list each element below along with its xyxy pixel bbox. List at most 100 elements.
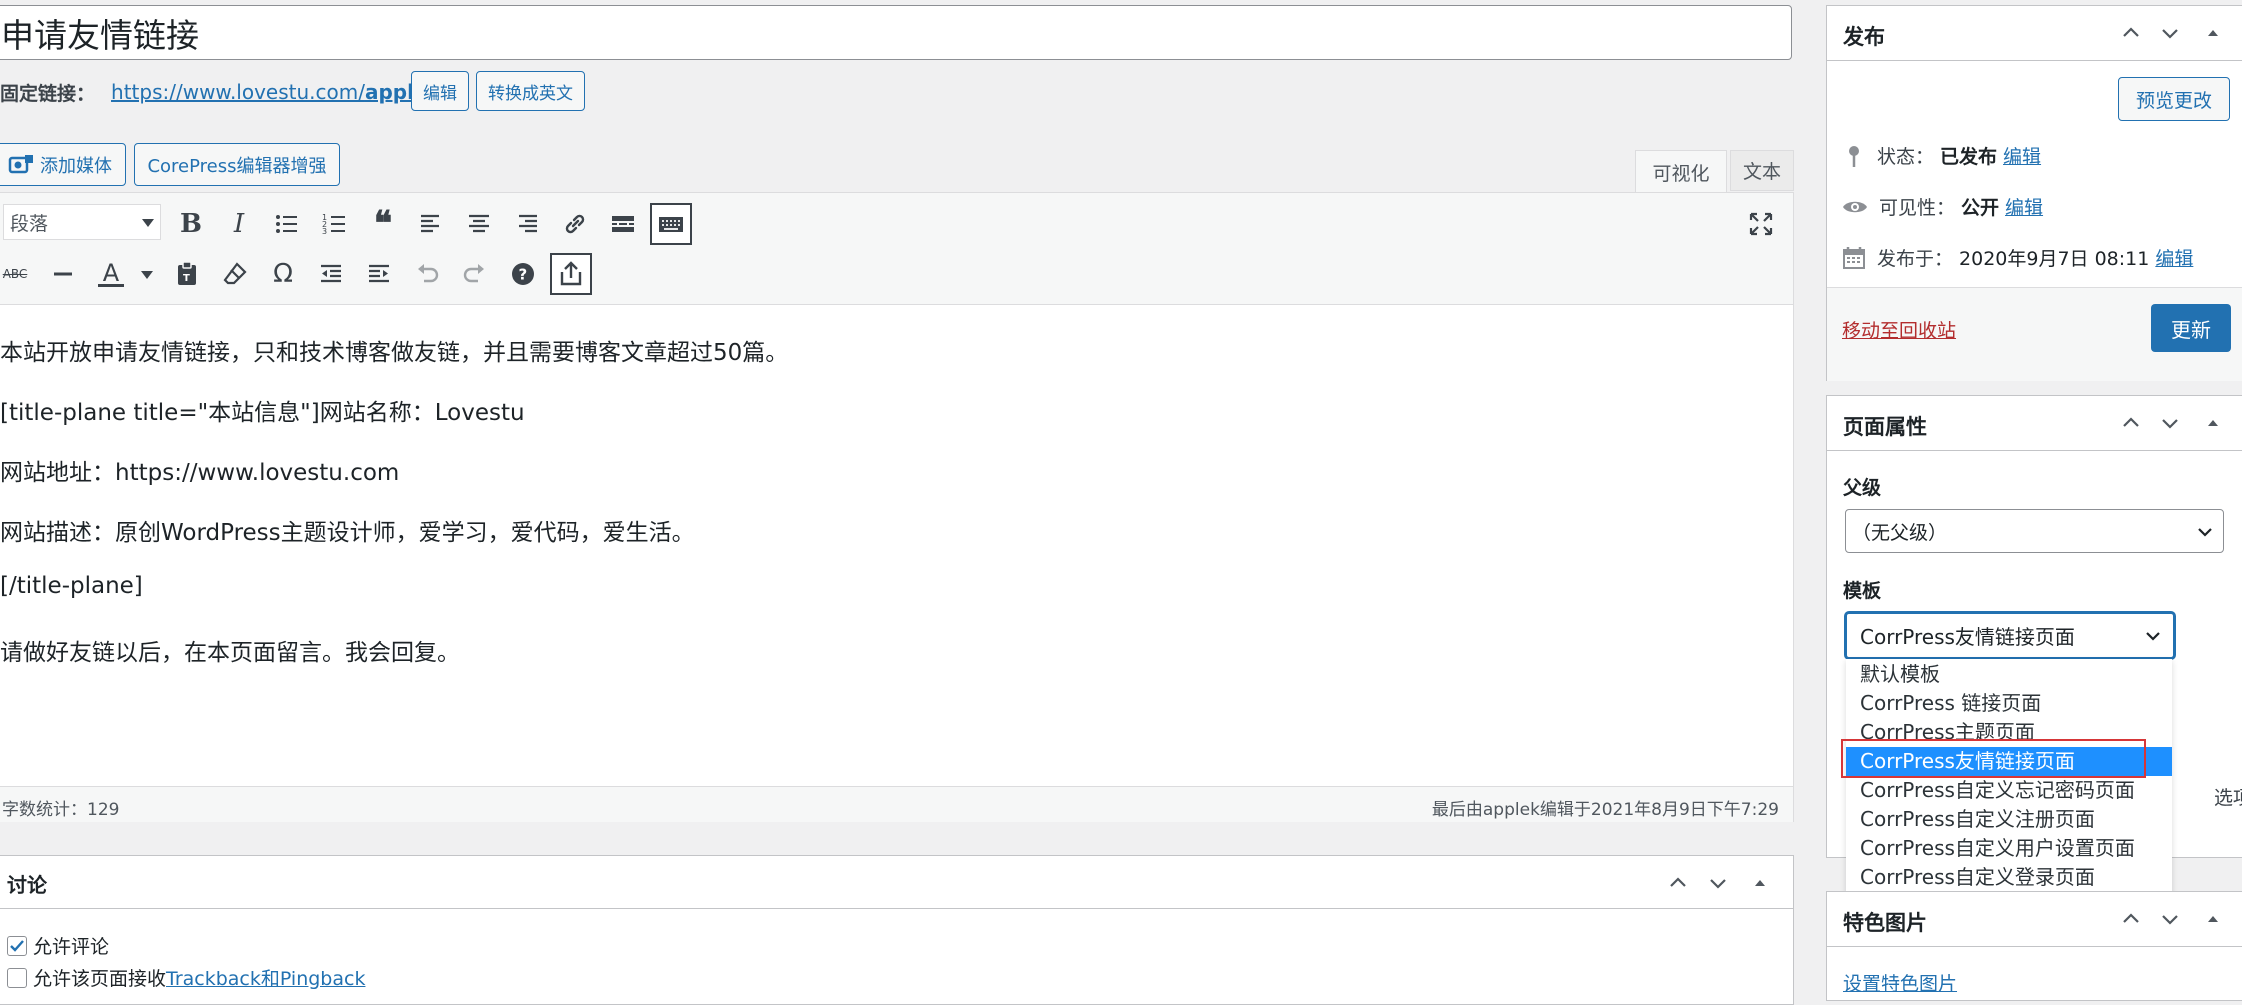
- tab-text[interactable]: 文本: [1730, 150, 1794, 191]
- trackback-link[interactable]: Trackback和Pingback: [166, 968, 365, 990]
- add-media-label: 添加媒体: [40, 155, 112, 177]
- status-value: 已发布: [1940, 146, 1998, 168]
- allow-pings-checkbox[interactable]: [7, 967, 27, 988]
- convert-english-button[interactable]: 转换成英文: [476, 71, 585, 111]
- content-paragraph: 网站地址：https://www.lovestu.com: [0, 460, 400, 486]
- permalink-edit-button[interactable]: 编辑: [411, 71, 469, 111]
- move-up-icon[interactable]: [2116, 904, 2146, 934]
- template-option[interactable]: CorrPress 链接页面: [1846, 689, 2172, 718]
- numbered-list-icon[interactable]: 123: [312, 201, 358, 247]
- blockquote-icon[interactable]: ❝: [360, 201, 406, 247]
- title-input[interactable]: 申请友情链接: [0, 5, 1792, 60]
- help-icon[interactable]: ?: [500, 251, 546, 297]
- content-paragraph: [title-plane title="本站信息"]网站名称：Lovestu: [0, 400, 525, 426]
- template-option[interactable]: CorrPress自定义用户设置页面: [1846, 834, 2172, 863]
- outdent-icon[interactable]: [308, 251, 354, 297]
- align-right-icon[interactable]: [504, 201, 550, 247]
- parent-label: 父级: [1843, 477, 1882, 499]
- fullscreen-icon[interactable]: [1738, 201, 1784, 247]
- featured-image-header: 特色图片: [1827, 892, 2242, 947]
- link-icon[interactable]: [552, 201, 598, 247]
- text-color-icon[interactable]: A: [88, 251, 134, 297]
- status-row: 状态： 已发布 编辑: [1843, 142, 2041, 169]
- calendar-icon: [1841, 245, 1867, 271]
- chevron-down-icon: [142, 219, 154, 227]
- allow-comments-checkbox[interactable]: [7, 935, 27, 956]
- editor-content[interactable]: 本站开放申请友情链接，只和技术博客做友链，并且需要博客文章超过50篇。 [tit…: [0, 306, 1790, 756]
- redo-icon[interactable]: [452, 251, 498, 297]
- template-select[interactable]: CorrPress友情链接页面: [1845, 612, 2175, 659]
- align-left-icon[interactable]: [408, 201, 454, 247]
- corepress-editor-button[interactable]: CorePress编辑器增强: [134, 143, 340, 186]
- bold-icon[interactable]: B: [168, 201, 214, 247]
- move-to-trash-link[interactable]: 移动至回收站: [1842, 316, 1956, 343]
- collapse-icon[interactable]: [2198, 904, 2228, 934]
- horizontal-line-icon[interactable]: [40, 251, 86, 297]
- visibility-label: 可见性：: [1879, 197, 1956, 219]
- chevron-down-icon: [2143, 626, 2163, 646]
- visibility-value: 公开: [1961, 197, 2000, 219]
- italic-icon[interactable]: I: [216, 201, 262, 247]
- allow-pings-label: 允许该页面接收Trackback和Pingback: [33, 964, 365, 991]
- text-color-chevron-icon[interactable]: [141, 271, 153, 279]
- content-paragraph: 网站描述：原创WordPress主题设计师，爱学习，爱代码，爱生活。: [0, 520, 695, 546]
- content-paragraph: 请做好友链以后，在本页面留言。我会回复。: [0, 640, 460, 666]
- collapse-icon[interactable]: [2198, 18, 2228, 48]
- permalink-row: 固定链接： https://www.lovestu.com/applylink: [0, 74, 468, 110]
- align-center-icon[interactable]: [456, 201, 502, 247]
- tab-visual[interactable]: 可视化: [1635, 150, 1727, 193]
- template-option[interactable]: CorrPress自定义登录页面: [1846, 863, 2172, 892]
- move-up-icon[interactable]: [2116, 18, 2146, 48]
- hidden-option-text: 选项: [2214, 787, 2242, 809]
- special-character-icon[interactable]: Ω: [260, 251, 306, 297]
- publish-date-value: 2020年9月7日 08:11: [1959, 248, 2150, 270]
- move-up-icon[interactable]: [1663, 868, 1693, 898]
- format-select[interactable]: 段落: [3, 204, 161, 240]
- paste-text-icon[interactable]: T: [164, 251, 210, 297]
- indent-icon[interactable]: [356, 251, 402, 297]
- parent-select[interactable]: （无父级）: [1845, 509, 2224, 553]
- publish-title: 发布: [1843, 25, 1885, 49]
- bullet-list-icon[interactable]: [264, 201, 310, 247]
- read-more-icon[interactable]: [600, 201, 646, 247]
- template-select-value: CorrPress友情链接页面: [1860, 625, 2075, 649]
- status-edit-link[interactable]: 编辑: [2003, 142, 2041, 169]
- tab-text-label: 文本: [1742, 161, 1781, 183]
- clear-formatting-icon[interactable]: [212, 251, 258, 297]
- strikethrough-icon[interactable]: ABC: [0, 251, 38, 297]
- undo-icon[interactable]: [404, 251, 450, 297]
- add-media-button[interactable]: 添加媒体: [0, 143, 126, 186]
- allow-pings-prefix: 允许该页面接收: [33, 968, 167, 990]
- svg-text:3: 3: [322, 227, 327, 236]
- editor-statusbar: 字数统计：129 最后由applek编辑于2021年8月9日下午7:29: [0, 786, 1793, 822]
- tab-visual-label: 可视化: [1652, 162, 1710, 185]
- move-down-icon[interactable]: [2155, 18, 2185, 48]
- export-icon[interactable]: [550, 253, 592, 295]
- collapse-icon[interactable]: [1745, 868, 1775, 898]
- publish-actions: 移动至回收站 更新: [1827, 287, 2242, 381]
- template-option[interactable]: 默认模板: [1846, 660, 2172, 689]
- template-option[interactable]: CorrPress自定义注册页面: [1846, 805, 2172, 834]
- visibility-edit-link[interactable]: 编辑: [2005, 193, 2043, 220]
- publish-date-edit-link[interactable]: 编辑: [2155, 244, 2193, 271]
- template-option[interactable]: CorrPress自定义忘记密码页面: [1846, 776, 2172, 805]
- pin-icon: [1843, 143, 1865, 169]
- chevron-down-icon: [2195, 522, 2215, 542]
- status-label: 状态：: [1877, 146, 1935, 168]
- media-icon: [8, 153, 34, 177]
- page-attributes-title: 页面属性: [1843, 415, 1927, 439]
- toolbar-toggle-icon[interactable]: [650, 203, 692, 245]
- move-down-icon[interactable]: [2155, 408, 2185, 438]
- permalink-label: 固定链接：: [0, 82, 96, 105]
- collapse-icon[interactable]: [2198, 408, 2228, 438]
- update-button[interactable]: 更新: [2151, 304, 2231, 352]
- move-down-icon[interactable]: [1703, 868, 1733, 898]
- content-paragraph: [/title-plane]: [0, 573, 143, 599]
- discussion-panel: 讨论 允许评论 允许该页面接收Trackback和Pingback: [0, 855, 1794, 1005]
- set-featured-image-link[interactable]: 设置特色图片: [1843, 969, 1957, 996]
- eye-icon: [1841, 196, 1869, 218]
- preview-changes-button[interactable]: 预览更改: [2118, 77, 2230, 121]
- permalink-url-base: https://www.lovestu.com/: [111, 80, 365, 104]
- move-down-icon[interactable]: [2155, 904, 2185, 934]
- move-up-icon[interactable]: [2116, 408, 2146, 438]
